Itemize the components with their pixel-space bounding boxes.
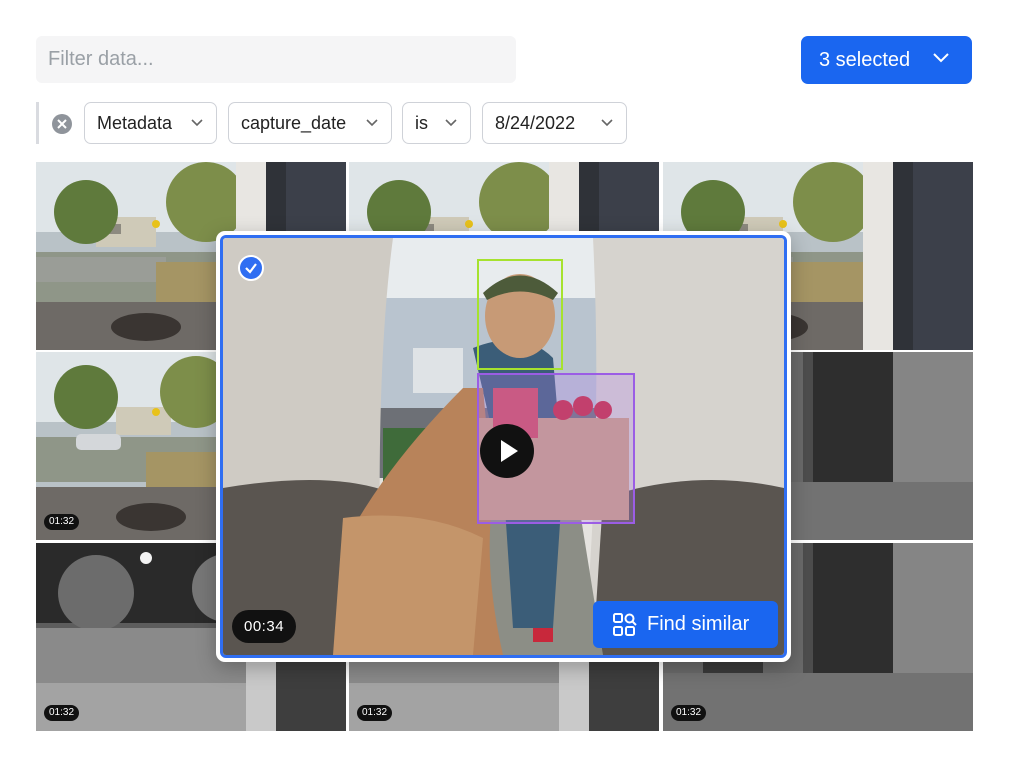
find-similar-label: Find similar: [647, 613, 750, 635]
video-preview-card[interactable]: 00:34 Find similar: [216, 231, 791, 662]
filter-field-label: Metadata: [97, 112, 173, 133]
chevron-down-icon: [445, 119, 457, 127]
thumbnail-duration-badge: 01:32: [44, 514, 80, 530]
find-similar-button[interactable]: Find similar: [593, 601, 778, 648]
chevron-down-icon: [601, 119, 613, 127]
chevron-down-icon: [366, 119, 378, 127]
filter-operator-select[interactable]: is: [402, 102, 471, 144]
search-input[interactable]: [36, 36, 516, 83]
checkmark-icon: [245, 263, 257, 274]
thumbnail-duration-badge: 01:32: [357, 705, 393, 721]
play-icon: [501, 440, 518, 462]
filter-value-select[interactable]: 8/24/2022: [482, 102, 627, 144]
selection-dropdown-button[interactable]: 3 selected: [801, 36, 972, 84]
play-button[interactable]: [480, 424, 534, 478]
thumbnail-duration-badge: 01:32: [671, 705, 707, 721]
filter-divider: [36, 102, 39, 144]
selected-checkbox[interactable]: [238, 255, 264, 281]
thumbnail-duration-badge: 01:32: [44, 705, 80, 721]
filter-field-select[interactable]: Metadata: [84, 102, 217, 144]
video-preview-frame: 00:34 Find similar: [220, 235, 787, 658]
filter-value-label: 8/24/2022: [495, 112, 576, 133]
find-similar-icon: [613, 613, 637, 636]
filter-key-select[interactable]: capture_date: [228, 102, 392, 144]
selection-label: 3 selected: [819, 48, 911, 71]
video-duration-badge: 00:34: [232, 610, 297, 643]
clear-filter-icon[interactable]: [51, 113, 73, 135]
face-detection-box: [477, 259, 563, 370]
chevron-down-icon: [933, 53, 949, 63]
chevron-down-icon: [191, 119, 203, 127]
filter-key-label: capture_date: [241, 112, 347, 133]
filter-operator-label: is: [415, 112, 428, 133]
